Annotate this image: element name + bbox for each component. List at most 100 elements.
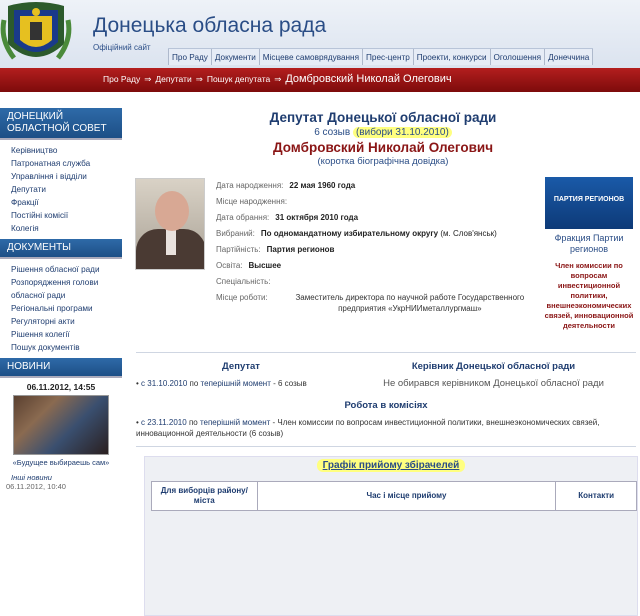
schedule-col-contacts: Контакти: [578, 491, 615, 500]
divider: [136, 446, 636, 447]
deputy-name: Домбровский Николай Олегович: [272, 140, 494, 155]
site-header: Донецька обласна рада Офіційний сайт Про…: [0, 0, 640, 68]
sidebar-item-doc-search[interactable]: Пошук документів: [11, 341, 122, 354]
info-label: Освіта:: [216, 261, 243, 270]
leader-history: Керівник Донецької обласної ради Не обир…: [356, 361, 631, 389]
deputy-photo: [135, 178, 205, 270]
elections-date: (вибори 31.10.2010): [352, 127, 452, 138]
sidebar-item-factions[interactable]: Фракції: [11, 196, 122, 209]
breadcrumb: Про Раду ⇒ Депутати ⇒ Пошук депутата ⇒ Д…: [103, 73, 452, 85]
news-more-link[interactable]: Інші новини: [0, 473, 122, 482]
sidebar-heading-documents: ДОКУМЕНТЫ: [0, 239, 122, 259]
nav-press-center[interactable]: Прес-центр: [363, 49, 414, 65]
nav-donetsk-region[interactable]: Донеччина: [545, 49, 594, 65]
current-moment-link[interactable]: теперішній момент: [200, 418, 270, 427]
sidebar-item-leadership[interactable]: Керівництво: [11, 144, 122, 157]
nav-projects[interactable]: Проекти, конкурси: [414, 49, 491, 65]
commission-work: Робота в комісіях • с 23.11.2010 по тепе…: [136, 400, 636, 439]
sidebar-item-collegium[interactable]: Колегія: [11, 222, 122, 235]
sidebar-item-deputies[interactable]: Депутати: [11, 183, 122, 196]
schedule-col-time-place: Час і місце прийому: [258, 482, 557, 510]
info-workplace: Місце роботи: Заместитель директора по н…: [216, 292, 546, 314]
info-birth-place: Місце народження:: [216, 196, 546, 207]
sidebar-item-patronage[interactable]: Патронатная служба: [11, 157, 122, 170]
nav-about[interactable]: Про Раду: [168, 49, 212, 65]
info-education: Освіта: Высшее: [216, 260, 546, 271]
info-value: 31 октября 2010 года: [275, 213, 359, 222]
convocation-line: 6 созыв (вибори 31.10.2010): [126, 127, 640, 138]
news-date-2: 06.11.2012, 10:40: [6, 482, 66, 491]
deputy-info: Дата народження: 22 мая 1960 года Місце …: [216, 180, 546, 319]
info-value: 22 мая 1960 года: [289, 181, 356, 190]
schedule-col-district: Для виборців району/міста: [152, 482, 258, 510]
nav-announcements[interactable]: Оголошення: [491, 49, 546, 65]
sidebar-item-commissions[interactable]: Постійні комісії: [11, 209, 122, 222]
sidebar-item-decisions[interactable]: Рішення обласної ради: [11, 263, 122, 276]
breadcrumb-current: Домбровский Николай Олегович: [285, 73, 452, 85]
info-value: Высшее: [248, 261, 282, 270]
schedule-title-link[interactable]: Графік прийому збірачелей: [316, 459, 466, 472]
info-label: Місце народження:: [216, 197, 288, 206]
sidebar-heading-council: ДОНЕЦКИЙ ОБЛАСТНОЙ СОВЕТ: [0, 108, 122, 140]
info-specialty: Спеціальність:: [216, 276, 546, 287]
nav-documents[interactable]: Документи: [212, 49, 260, 65]
sidebar-item-departments[interactable]: Управління і відділи: [11, 170, 122, 183]
info-label: Партійність:: [216, 245, 261, 254]
news-date: 06.11.2012, 14:55: [26, 382, 96, 392]
divider: [136, 352, 636, 353]
sidebar-council-menu: Керівництво Патронатная служба Управлінн…: [0, 140, 122, 239]
info-label: Спеціальність:: [216, 277, 271, 286]
info-party: Партійність: Партия регионов: [216, 244, 546, 255]
info-value: Партия регионов: [266, 245, 335, 254]
info-label: Вибраний:: [216, 229, 255, 238]
breadcrumb-separator: ⇒: [195, 74, 203, 84]
sidebar: ДОНЕЦКИЙ ОБЛАСТНОЙ СОВЕТ Керівництво Пат…: [0, 108, 122, 491]
info-label: Дата народження:: [216, 181, 284, 190]
info-election-date: Дата обрання: 31 октября 2010 года: [216, 212, 546, 223]
info-label: Дата обрання:: [216, 213, 270, 222]
nav-local-government[interactable]: Місцеве самоврядування: [260, 49, 363, 65]
breadcrumb-deputies[interactable]: Депутати: [155, 74, 191, 84]
convocation: 6 созыв: [314, 127, 351, 138]
schedule-title-wrap: Графік прийому збірачелей: [145, 459, 637, 472]
sidebar-item-collegium-decisions[interactable]: Рішення колегії: [11, 328, 122, 341]
sidebar-item-orders[interactable]: Розпорядження голови обласної ради: [11, 276, 122, 302]
sidebar-item-programs[interactable]: Регіональні програми: [11, 302, 122, 315]
info-label: Місце роботи:: [216, 293, 268, 302]
site-subtitle: Офіційний сайт: [93, 43, 151, 52]
deputy-history: Депутат • с 31.10.2010 по теперішній мом…: [136, 361, 346, 389]
info-birth-date: Дата народження: 22 мая 1960 года: [216, 180, 546, 191]
commission-work-title: Робота в комісіях: [344, 400, 428, 411]
coat-of-arms-logo[interactable]: [0, 0, 72, 70]
breadcrumb-about[interactable]: Про Раду: [103, 74, 140, 84]
faction-name[interactable]: Фракция Партии регионов: [544, 233, 634, 255]
commission-membership: Член комиссии по вопросам инвестиционной…: [544, 261, 634, 330]
breadcrumb-separator: ⇒: [144, 74, 152, 84]
news-photo[interactable]: [13, 395, 109, 455]
site-title[interactable]: Донецька обласна рада: [93, 14, 326, 38]
current-moment-link[interactable]: теперішній момент: [201, 379, 271, 388]
commission-work-item: • с 23.11.2010 по теперішній момент - Чл…: [136, 418, 600, 438]
breadcrumb-separator: ⇒: [274, 74, 282, 84]
top-navigation: Про Раду Документи Місцеве самоврядуванн…: [168, 48, 594, 65]
news-box: 06.11.2012, 14:55 «Будущее выбираешь сам…: [0, 382, 122, 491]
breadcrumb-search[interactable]: Пошук депутата: [207, 74, 270, 84]
leader-history-text: Не обирався керівником Донецької обласно…: [383, 378, 604, 389]
sidebar-heading-news: НОВИНИ: [0, 358, 122, 378]
leader-history-title: Керівник Донецької обласної ради: [411, 361, 576, 372]
short-bio-note: (коротка біографічна довідка): [317, 156, 449, 167]
deputy-history-title: Депутат: [222, 361, 260, 372]
sidebar-docs-menu: Рішення обласної ради Розпорядження голо…: [0, 259, 122, 358]
sidebar-item-regulatory[interactable]: Регуляторні акти: [11, 315, 122, 328]
info-value: По одномандатному избирательному округу …: [260, 229, 497, 238]
deputy-heading: Депутат Донецької обласної ради: [269, 110, 497, 125]
reception-schedule: Графік прийому збірачелей Для виборців р…: [144, 456, 638, 616]
party-logo[interactable]: ПАРТИЯ РЕГИОНОВ: [545, 177, 633, 229]
schedule-table-header: Для виборців району/міста Час і місце пр…: [151, 481, 637, 511]
info-value: Заместитель директора по научной работе …: [295, 293, 525, 313]
main-content: Депутат Донецької обласної ради 6 созыв …: [126, 104, 640, 616]
info-elected: Вибраний: По одномандатному избирательно…: [216, 228, 546, 239]
news-caption[interactable]: «Будущее выбираешь сам»: [0, 458, 122, 467]
party-panel: ПАРТИЯ РЕГИОНОВ Фракция Партии регионов …: [544, 177, 634, 331]
deputy-history-item: • с 31.10.2010 по теперішній момент - 6 …: [136, 379, 307, 388]
